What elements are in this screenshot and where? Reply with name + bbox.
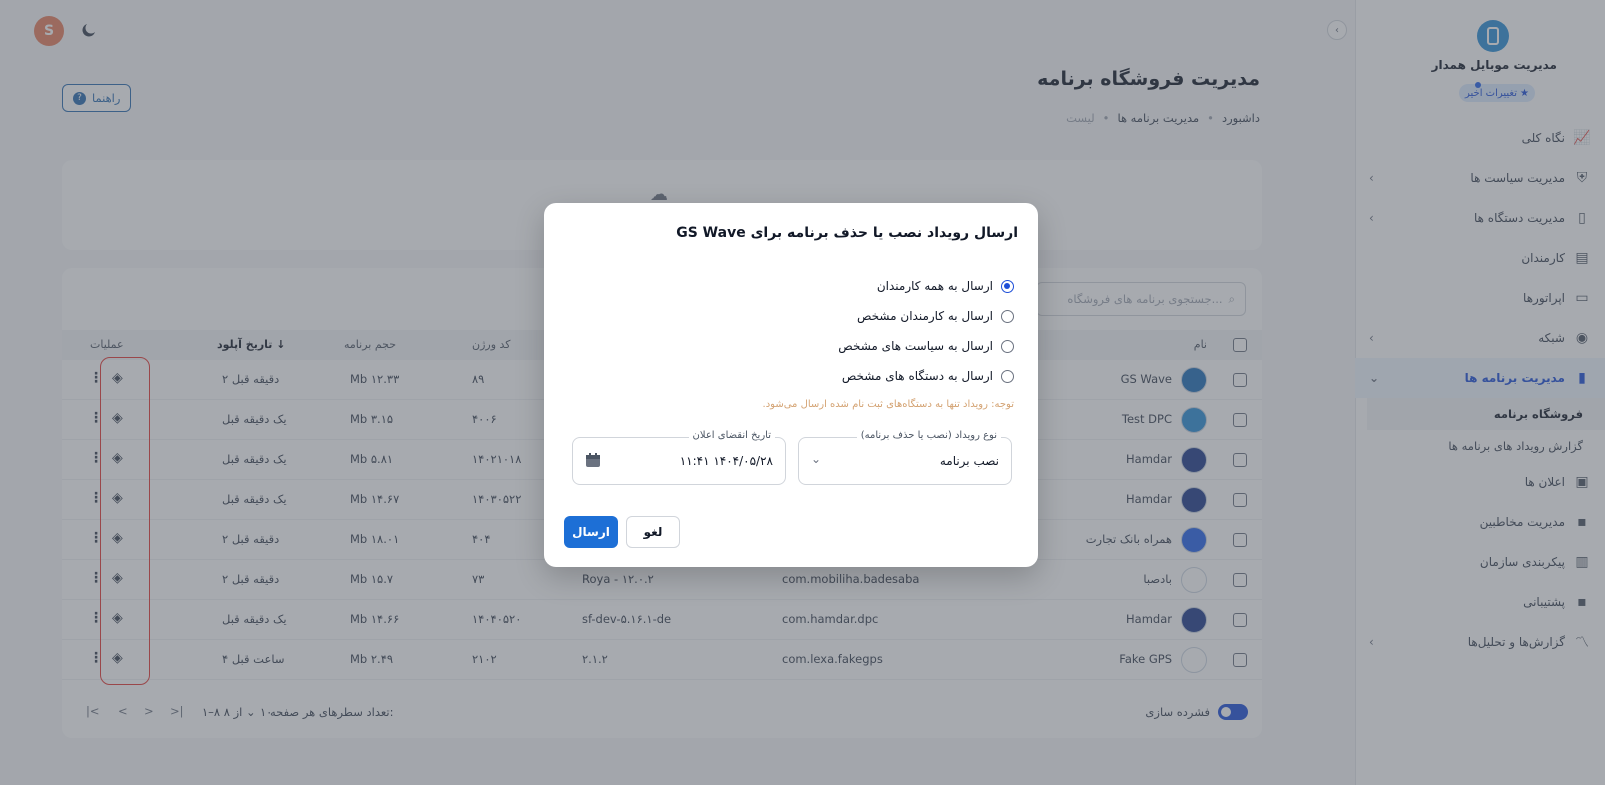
radio-label: ارسال به کارمندان مشخص [856,309,993,323]
dialog-title: ارسال رویداد نصب یا حذف برنامه برای GS W… [676,225,1018,241]
calendar-icon[interactable] [585,452,601,471]
install-event-dialog: ارسال رویداد نصب یا حذف برنامه برای GS W… [544,203,1038,567]
radio-all-employees[interactable]: ارسال به همه کارمندان [877,279,1014,293]
dialog-note: توجه: رویداد تنها به دستگاه‌های ثبت نام … [762,399,1014,410]
radio-label: ارسال به همه کارمندان [876,279,993,293]
expiry-date-field[interactable]: تاریخ انقضای اعلان ۱۴۰۴/۰۵/۲۸ ۱۱:۴۱ [572,430,786,485]
radio-specific-policies[interactable]: ارسال به سیاست های مشخص [838,339,1014,353]
expiry-date-label: تاریخ انقضای اعلان [688,430,775,441]
radio-button[interactable] [1001,309,1014,323]
event-type-label: نوع رویداد (نصب یا حذف برنامه) [856,430,1001,441]
app-root: S مدیریت موبایل همدار تغییرات اخیر ★ 📈نگ… [0,0,1605,785]
radio-button[interactable] [1001,339,1014,353]
radio-label: ارسال به سیاست های مشخص [838,339,993,353]
expiry-date-value: ۱۴۰۴/۰۵/۲۸ ۱۱:۴۱ [679,454,773,468]
radio-specific-employees[interactable]: ارسال به کارمندان مشخص [857,309,1014,323]
event-type-select[interactable]: نوع رویداد (نصب یا حذف برنامه) نصب برنام… [798,430,1012,485]
radio-specific-devices[interactable]: ارسال به دستگاه های مشخص [842,369,1014,383]
radio-button[interactable] [1001,279,1014,293]
send-button[interactable]: ارسال [564,516,618,548]
cancel-button[interactable]: لغو [626,516,680,548]
radio-button[interactable] [1001,369,1014,383]
calendar-icon-svg [586,453,600,467]
event-type-value: نصب برنامه [939,454,999,468]
radio-label: ارسال به دستگاه های مشخص [841,369,993,383]
chevron-down-icon: ⌄ [811,452,822,466]
